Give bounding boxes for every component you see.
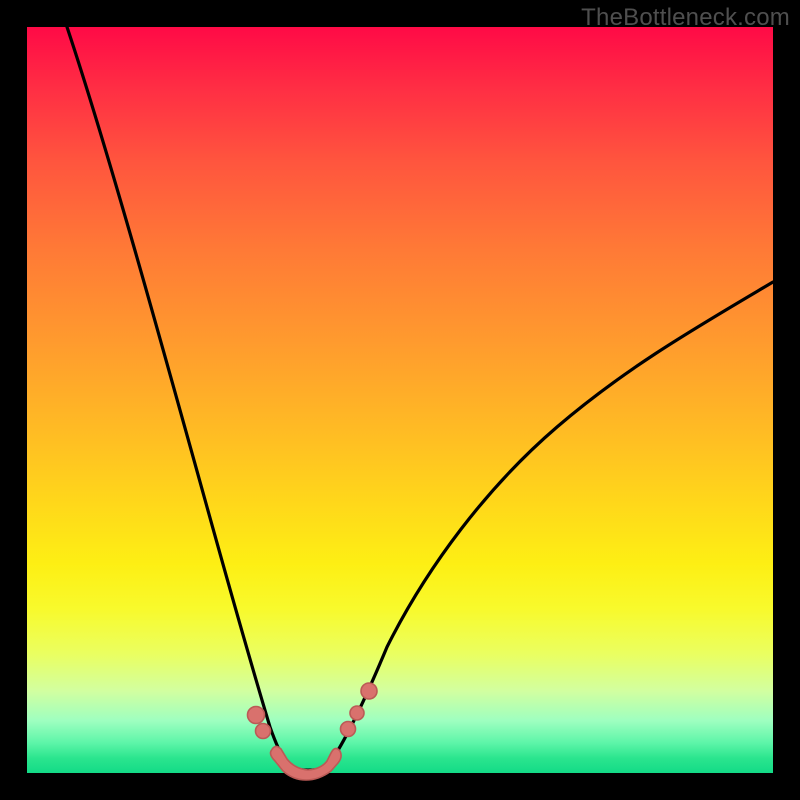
curve-left-branch [67, 27, 289, 767]
marker-dot [361, 683, 377, 699]
valley-pill [271, 746, 342, 780]
marker-dot [248, 707, 265, 724]
watermark-text: TheBottleneck.com [581, 4, 790, 32]
curve-right-branch [327, 282, 773, 767]
marker-dot [350, 706, 364, 720]
marker-dot [341, 722, 356, 737]
outer-frame: TheBottleneck.com [0, 0, 800, 800]
marker-group [248, 683, 378, 780]
plot-area [27, 27, 773, 773]
chart-svg [27, 27, 773, 773]
marker-dot [256, 724, 271, 739]
